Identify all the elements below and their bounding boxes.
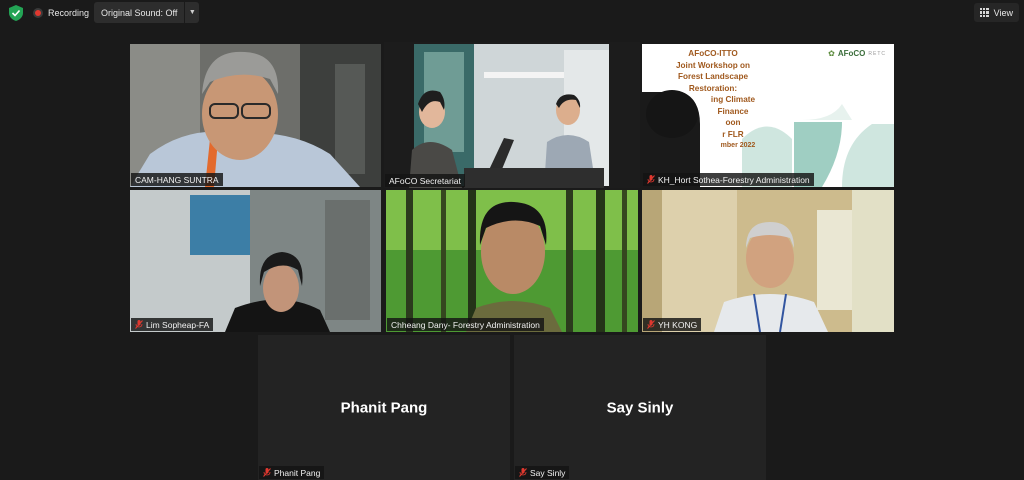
mic-muted-icon bbox=[647, 320, 655, 329]
participant-video bbox=[386, 190, 638, 332]
video-tile-phanit-pang[interactable]: Phanit Pang Phanit Pang bbox=[258, 335, 510, 480]
participant-name-tag: Say Sinly bbox=[515, 466, 570, 479]
participant-name: CAM-HANG SUNTRA bbox=[135, 174, 219, 185]
participant-name: Chheang Dany- Forestry Administration bbox=[391, 319, 540, 330]
slide-line: oon bbox=[725, 118, 741, 127]
video-tile-lim-sopheap[interactable]: Lim Sopheap-FA bbox=[130, 190, 381, 332]
slide-line: ing Climate bbox=[710, 95, 756, 104]
logo-subtext: RETC bbox=[868, 50, 886, 57]
view-label: View bbox=[993, 7, 1013, 18]
slide-line: Forest Landscape bbox=[677, 72, 749, 81]
mic-muted-icon bbox=[263, 468, 271, 477]
participant-video bbox=[130, 190, 381, 332]
participant-name: Lim Sopheap-FA bbox=[146, 319, 210, 330]
recording-label: Recording bbox=[48, 8, 90, 18]
participant-name-tag: KH_Hort Sothea-Forestry Administration bbox=[643, 173, 814, 186]
participant-name: KH_Hort Sothea-Forestry Administration bbox=[658, 174, 810, 185]
mic-muted-icon bbox=[519, 468, 527, 477]
participant-name-tag: CAM-HANG SUNTRA bbox=[131, 173, 223, 186]
participant-name: Say Sinly bbox=[530, 467, 566, 478]
participant-name-tag: YH KONG bbox=[643, 318, 702, 331]
slide-line: mber 2022 bbox=[720, 142, 756, 149]
view-button[interactable]: View bbox=[973, 3, 1019, 22]
grid-view-icon bbox=[979, 8, 989, 17]
participant-video bbox=[130, 44, 381, 187]
video-tile-kh-hort-sothea[interactable]: AFoCO-ITTO Joint Workshop on Forest Land… bbox=[642, 44, 894, 187]
participant-name: YH KONG bbox=[658, 319, 698, 330]
video-tile-afoco-secretariat[interactable]: AFoCO Secretariat bbox=[384, 42, 640, 188]
record-icon bbox=[33, 8, 43, 18]
slide-line: r FLR bbox=[722, 129, 744, 139]
recording-indicator[interactable]: Recording bbox=[33, 5, 89, 21]
mic-muted-icon bbox=[647, 175, 655, 184]
participant-display-name: Say Sinly bbox=[606, 399, 674, 416]
participant-video bbox=[642, 190, 894, 332]
video-tile-yh-kong[interactable]: YH KONG bbox=[642, 190, 894, 332]
slide-line: AFoCO-ITTO bbox=[688, 49, 738, 58]
original-sound-label[interactable]: Original Sound: Off bbox=[94, 2, 184, 23]
video-tile-cam-hang-suntra[interactable]: CAM-HANG SUNTRA bbox=[130, 44, 381, 187]
slide-title: AFoCO-ITTO Joint Workshop on Forest Land… bbox=[648, 48, 778, 152]
video-tile-chheang-dany[interactable]: Chheang Dany- Forestry Administration bbox=[386, 190, 638, 332]
logo-text: AFoCO bbox=[837, 49, 866, 58]
original-sound-toggle[interactable]: Original Sound: Off ▼ bbox=[94, 2, 200, 23]
shield-security-icon[interactable] bbox=[9, 5, 23, 21]
participant-video bbox=[384, 42, 640, 188]
participant-display-name: Phanit Pang bbox=[340, 399, 428, 416]
video-tile-say-sinly[interactable]: Say Sinly Say Sinly bbox=[514, 335, 766, 480]
slide-line: Joint Workshop on bbox=[676, 60, 750, 70]
afoco-logo: ✿ AFoCO RETC bbox=[828, 49, 886, 58]
slide-line: Finance bbox=[717, 106, 749, 116]
participant-name: Phanit Pang bbox=[274, 467, 321, 478]
meeting-top-bar: Recording Original Sound: Off ▼ View bbox=[0, 0, 1024, 26]
participant-name-tag: Chheang Dany- Forestry Administration bbox=[387, 318, 544, 331]
participant-name-tag: AFoCO Secretariat bbox=[385, 174, 465, 187]
participant-name-tag: Phanit Pang bbox=[259, 466, 325, 479]
participant-name-tag: Lim Sopheap-FA bbox=[131, 318, 214, 331]
participant-name: AFoCO Secretariat bbox=[389, 175, 461, 186]
slide-line: Restoration: bbox=[688, 83, 738, 93]
mic-muted-icon bbox=[135, 320, 143, 329]
chevron-down-icon[interactable]: ▼ bbox=[184, 2, 199, 23]
